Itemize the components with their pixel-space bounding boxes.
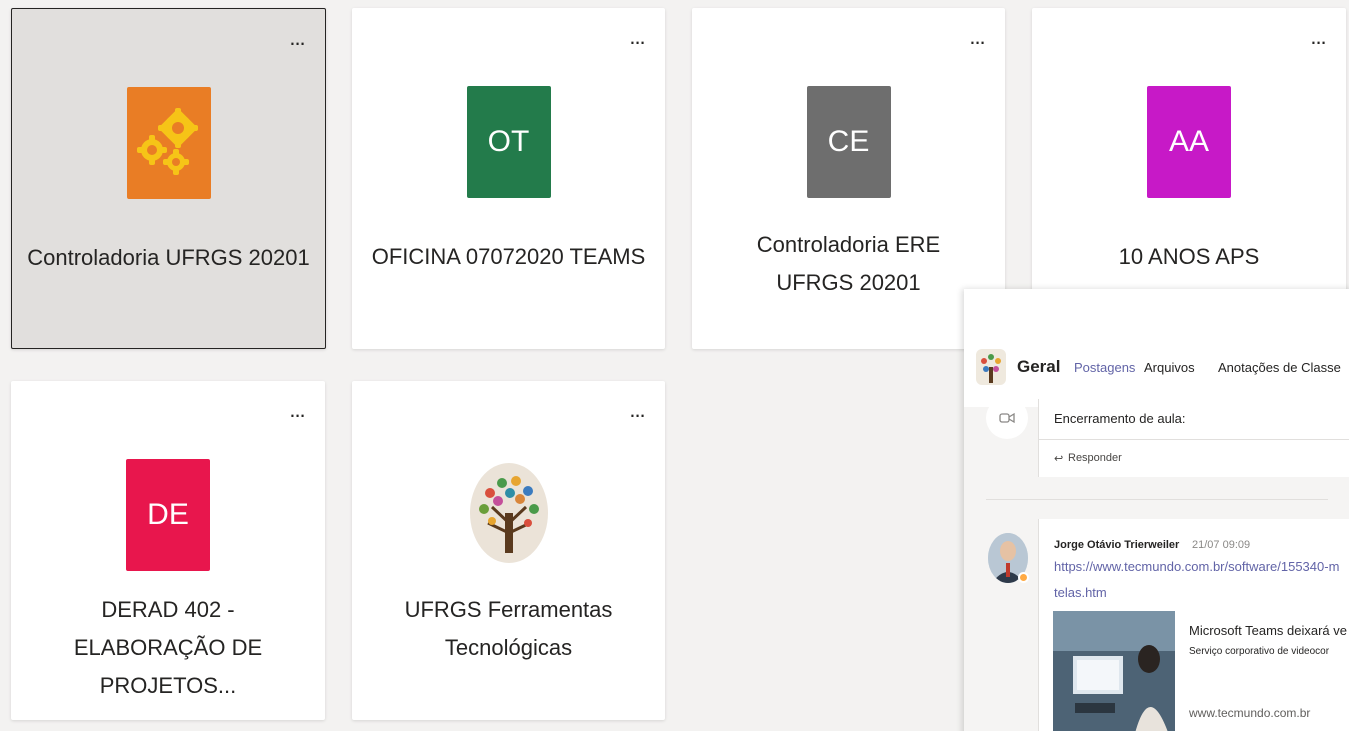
team-name: UFRGS Ferramentas Tecnológicas: [404, 597, 613, 660]
team-avatar: AA: [1147, 86, 1231, 198]
more-options-icon[interactable]: ...: [1306, 26, 1330, 48]
reply-arrow-icon: ↩: [1054, 453, 1064, 465]
channel-panel: Geral Postagens Arquivos Anotações de Cl…: [964, 289, 1349, 731]
message-author: Jorge Otávio Trierweiler: [1054, 539, 1180, 551]
channel-title: Geral: [1017, 357, 1061, 376]
link-preview-description: Serviço corporativo de videocor: [1189, 646, 1330, 657]
team-avatar: OT: [466, 86, 551, 198]
message-divider: [986, 499, 1328, 500]
more-options-icon[interactable]: ...: [965, 26, 989, 48]
gears-icon: [136, 108, 198, 175]
message-timestamp: 21/07 09:09: [1192, 539, 1251, 551]
presence-status-icon: [1018, 572, 1029, 583]
reply-button[interactable]: Responder: [1068, 452, 1122, 464]
team-name: 10 ANOS APS: [1118, 244, 1260, 269]
more-options-icon[interactable]: ...: [285, 27, 309, 49]
team-card-ufrgs-ferramentas[interactable]: ... UFRGS Ferramentas Tecnológicas: [352, 381, 665, 720]
link-preview-title[interactable]: Microsoft Teams deixará ve: [1189, 623, 1347, 638]
more-options-icon[interactable]: ...: [285, 399, 309, 421]
tab-arquivos[interactable]: Arquivos: [1144, 360, 1195, 375]
team-name: Controladoria ERE UFRGS 20201: [756, 232, 941, 295]
meeting-ended-icon: [986, 397, 1028, 439]
team-card-derad-402[interactable]: ... DE DERAD 402 - ELABORAÇÃO DE PROJETO…: [11, 381, 325, 720]
tab-anotacoes-de-classe[interactable]: Anotações de Classe: [1218, 360, 1341, 375]
message-text: Encerramento de aula:: [1054, 411, 1186, 426]
message-link[interactable]: https://www.tecmundo.com.br/software/155…: [1054, 559, 1339, 574]
team-name: OFICINA 07072020 TEAMS: [371, 244, 646, 269]
channel-header: [964, 289, 1349, 407]
channel-tree-icon: [976, 349, 1006, 385]
more-options-icon[interactable]: ...: [625, 26, 649, 48]
team-avatar: DE: [126, 459, 210, 571]
message-link-continued[interactable]: telas.htm: [1054, 585, 1107, 600]
link-preview-image[interactable]: [1053, 611, 1175, 731]
team-card-controladoria-ere[interactable]: ... CE Controladoria ERE UFRGS 20201: [692, 8, 1005, 349]
team-name: Controladoria UFRGS 20201: [27, 245, 310, 270]
team-name: DERAD 402 - ELABORAÇÃO DE PROJETOS...: [73, 597, 263, 698]
team-card-controladoria-ufrgs[interactable]: ... Controladoria UFRGS 20201: [11, 8, 326, 349]
tab-postagens[interactable]: Postagens: [1074, 360, 1135, 375]
more-options-icon[interactable]: ...: [625, 399, 649, 421]
team-avatar: CE: [806, 86, 891, 198]
tree-icon: [469, 463, 548, 563]
team-avatar: [126, 87, 211, 199]
link-preview-domain: www.tecmundo.com.br: [1189, 706, 1311, 720]
team-card-oficina[interactable]: ... OT OFICINA 07072020 TEAMS: [352, 8, 665, 349]
